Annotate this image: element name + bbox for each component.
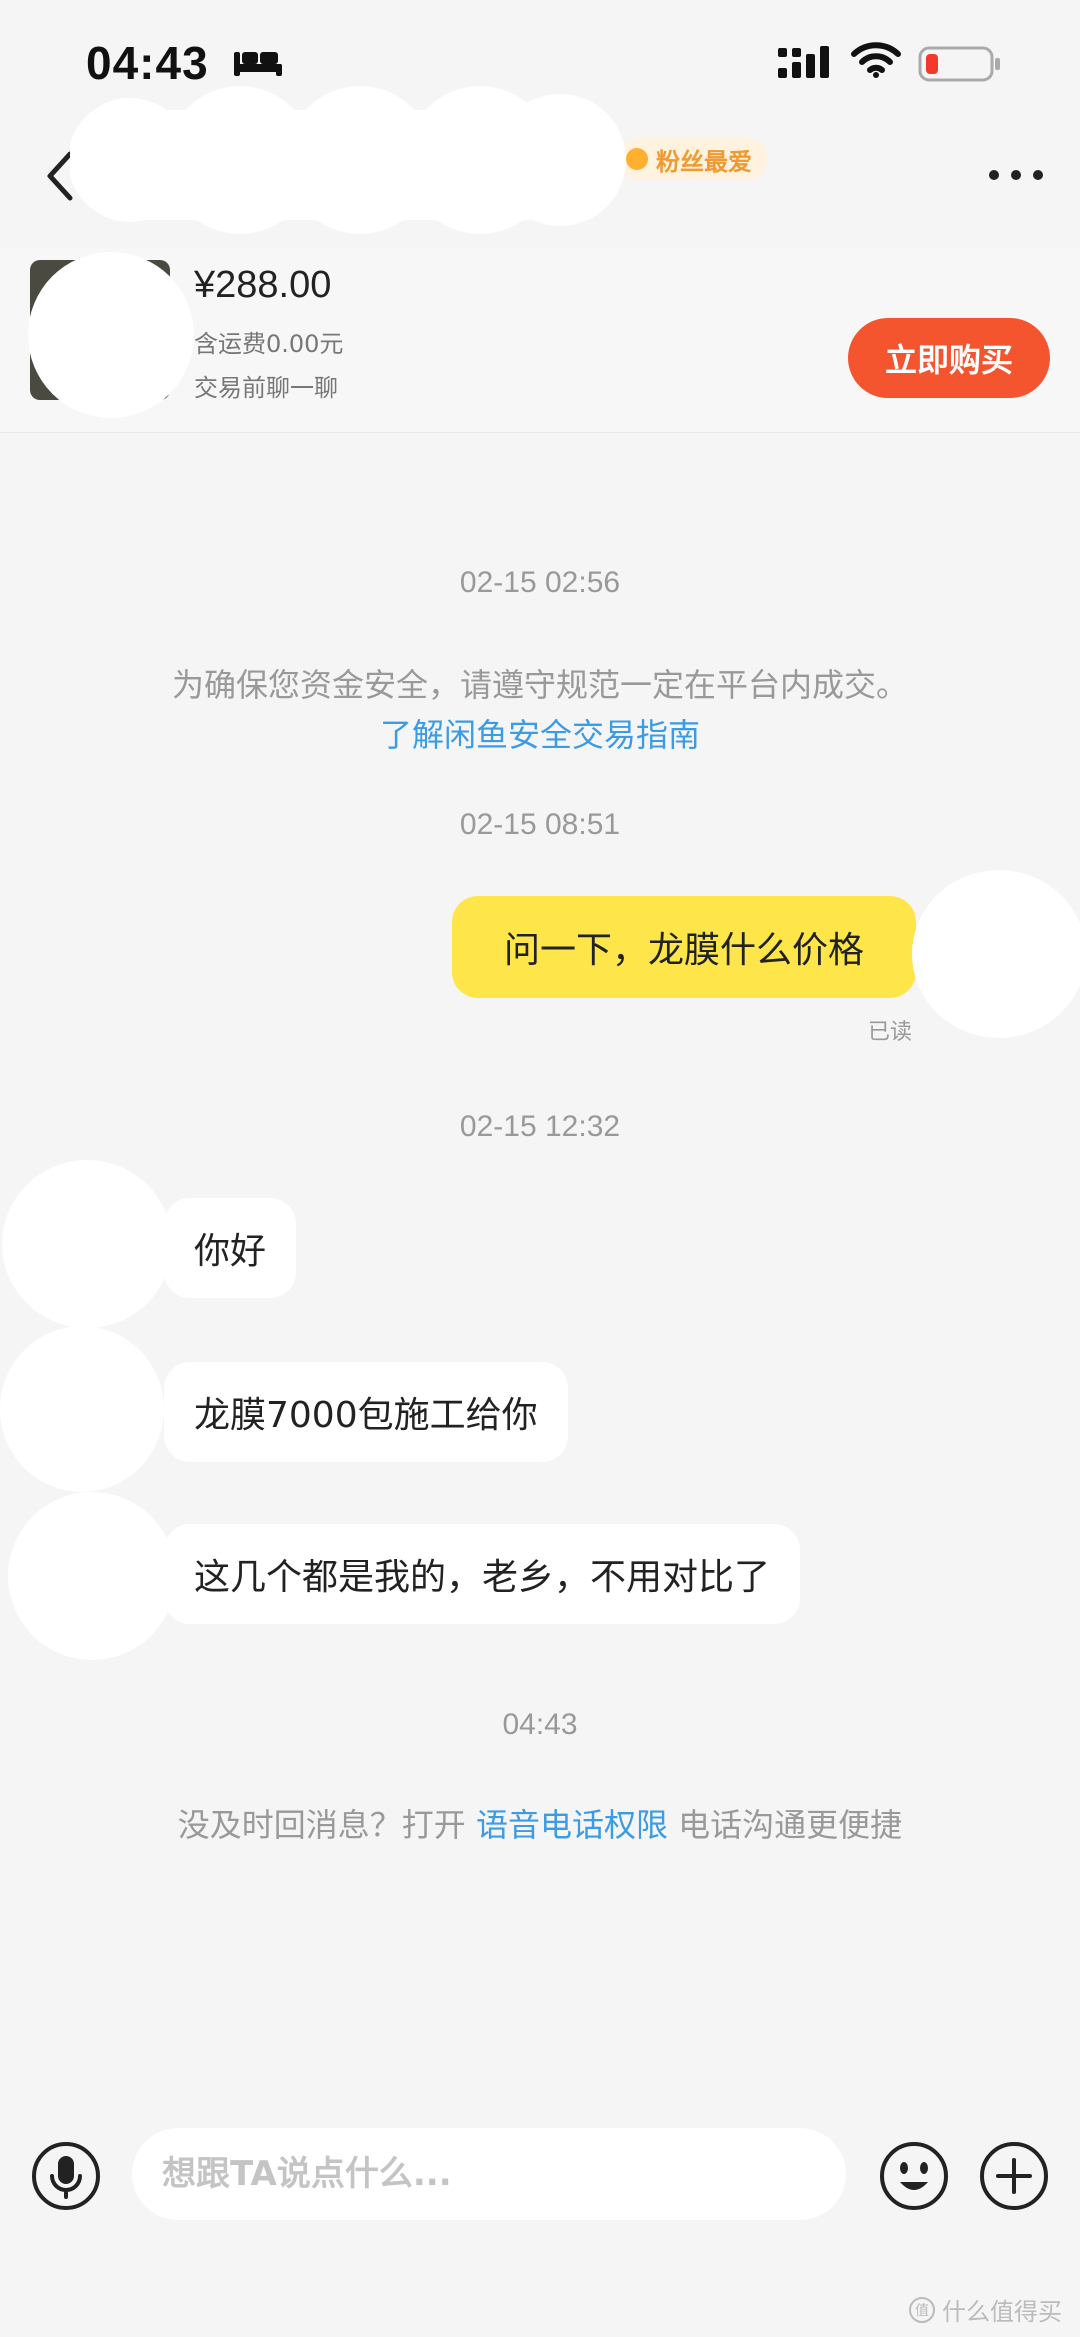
message-text: 你好	[194, 1231, 267, 1272]
message-text: 这几个都是我的，老乡，不用对比了	[194, 1557, 771, 1598]
my-avatar[interactable]	[912, 870, 1080, 1038]
seller-avatar[interactable]	[0, 1326, 164, 1492]
buy-now-button[interactable]: 立即购买	[848, 318, 1050, 398]
thumbnail-redaction	[28, 252, 194, 418]
timestamp: 04:43	[502, 1708, 578, 1741]
safety-guide-link[interactable]: 了解闲鱼安全交易指南	[0, 710, 1080, 756]
message-input[interactable]	[132, 2128, 846, 2220]
plus-icon[interactable]	[978, 2140, 1050, 2212]
product-price: ¥288.00	[194, 264, 332, 306]
microphone-icon[interactable]	[30, 2140, 102, 2212]
wifi-icon	[851, 42, 901, 78]
svg-text:值: 值	[915, 2303, 929, 2319]
seller-avatar[interactable]	[2, 1160, 172, 1328]
seller-name-redaction	[70, 86, 626, 234]
site-watermark: 值 什么值得买	[908, 2292, 1062, 2327]
more-dots-icon[interactable]	[988, 168, 1044, 182]
emoji-icon[interactable]	[878, 2140, 950, 2212]
voice-permission-link[interactable]: 语音电话权限	[476, 1806, 668, 1844]
watermark-text: 什么值得买	[942, 2298, 1062, 2326]
message-text: 龙膜7000包施工给你	[194, 1395, 538, 1436]
read-status: 已读	[868, 1020, 913, 1045]
message-text: 问一下，龙膜什么价格	[503, 930, 864, 971]
my-message-bubble[interactable]: 问一下，龙膜什么价格	[452, 896, 916, 998]
timestamp: 02-15 02:56	[459, 566, 621, 599]
seller-message-bubble[interactable]: 你好	[164, 1198, 297, 1298]
badge-label: 粉丝最爱	[656, 147, 752, 176]
prompt-text: 电话沟通更便捷	[668, 1806, 903, 1844]
chat-hint: 交易前聊一聊	[194, 374, 338, 402]
signal-icon	[778, 46, 829, 78]
timestamp: 02-15 12:32	[459, 1110, 621, 1143]
seller-message-bubble[interactable]: 龙膜7000包施工给你	[164, 1362, 568, 1462]
safety-notice: 为确保您资金安全，请遵守规范一定在平台内成交。	[171, 666, 908, 704]
shipping-info: 含运费0.00元	[194, 330, 344, 358]
seller-avatar[interactable]	[8, 1492, 176, 1660]
timestamp: 02-15 08:51	[459, 808, 621, 841]
fan-favorite-badge: 粉丝最爱	[618, 138, 768, 180]
watermark-logo-icon: 值	[909, 2296, 935, 2323]
prompt-text: 没及时回消息？打开	[177, 1806, 476, 1844]
voice-permission-prompt: 没及时回消息？打开 语音电话权限 电话沟通更便捷	[0, 1800, 1080, 1846]
battery-icon	[918, 46, 1000, 82]
seller-message-bubble[interactable]: 这几个都是我的，老乡，不用对比了	[164, 1524, 801, 1624]
bed-icon	[234, 52, 282, 76]
